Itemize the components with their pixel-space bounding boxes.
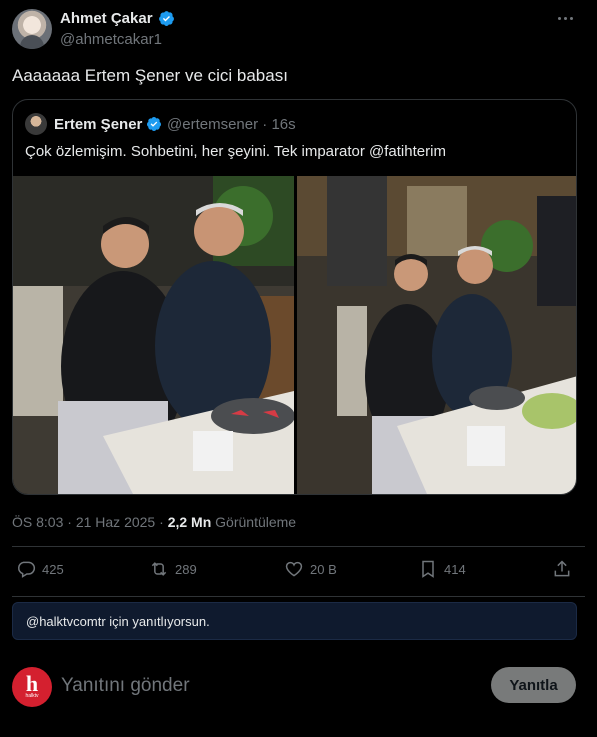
divider	[12, 546, 585, 547]
views-count: 2,2 Mn	[167, 514, 212, 530]
quote-handle-and-age: @ertemsener · 16s	[167, 116, 296, 133]
reply-submit-button[interactable]: Yanıtla	[491, 667, 576, 703]
like-icon	[285, 561, 303, 577]
quote-text: Çok özlemişim. Sohbetini, her şeyini. Te…	[25, 143, 446, 160]
tweet-text: Aaaaaaa Ertem Şener ve cici babası	[12, 66, 288, 85]
author-name[interactable]: Ahmet Çakar	[60, 10, 153, 27]
quote-author-name: Ertem Şener	[54, 116, 143, 133]
tweet-meta: ÖS 8:03 · 21 Haz 2025 · 2,2 Mn Görüntüle…	[12, 514, 297, 530]
verified-badge-icon	[159, 11, 174, 26]
quote-photo-1[interactable]	[13, 176, 294, 494]
reply-input[interactable]	[61, 674, 461, 698]
bookmark-button[interactable]: 414	[418, 559, 466, 579]
replying-to-banner: @halktvcomtr için yanıtlıyorsun.	[12, 602, 577, 640]
author-handle[interactable]: @ahmetcakar1	[60, 31, 162, 48]
like-button[interactable]: 20 B	[284, 559, 337, 579]
avatar-logo-sub: halktv	[25, 693, 39, 699]
retweet-button[interactable]: 289	[149, 559, 197, 579]
share-button[interactable]	[552, 559, 572, 579]
retweet-count: 289	[175, 561, 197, 577]
quoted-tweet[interactable]: Ertem Şener @ertemsener · 16s Çok özlemi…	[12, 99, 577, 495]
retweet-icon	[151, 562, 167, 576]
tweet-time[interactable]: ÖS 8:03	[12, 514, 63, 530]
quote-author-handle: @ertemsener	[167, 116, 259, 133]
bookmark-count: 414	[444, 561, 466, 577]
bookmark-icon	[422, 560, 434, 578]
replying-to-text[interactable]: @halktvcomtr için yanıtlıyorsun.	[26, 614, 210, 629]
action-bar: 425 289 20 B 414	[0, 559, 597, 589]
quote-author-avatar	[25, 113, 47, 135]
quote-age: 16s	[271, 116, 296, 133]
reply-icon	[18, 561, 36, 578]
verified-badge-icon	[147, 117, 161, 132]
current-user-avatar[interactable]: h halktv	[12, 667, 52, 707]
tweet-date[interactable]: 21 Haz 2025	[76, 514, 155, 530]
share-icon	[554, 560, 570, 577]
views-label: Görüntüleme	[215, 514, 297, 530]
like-count: 20 B	[310, 561, 337, 577]
author-avatar[interactable]	[12, 9, 52, 49]
quote-photo-2[interactable]	[297, 176, 576, 494]
divider	[12, 596, 585, 597]
more-icon[interactable]	[558, 12, 578, 24]
tweet: Ahmet Çakar @ahmetcakar1 Aaaaaaa Ertem Ş…	[0, 0, 597, 737]
reply-button[interactable]: 425	[16, 559, 64, 579]
reply-count: 425	[42, 561, 64, 577]
